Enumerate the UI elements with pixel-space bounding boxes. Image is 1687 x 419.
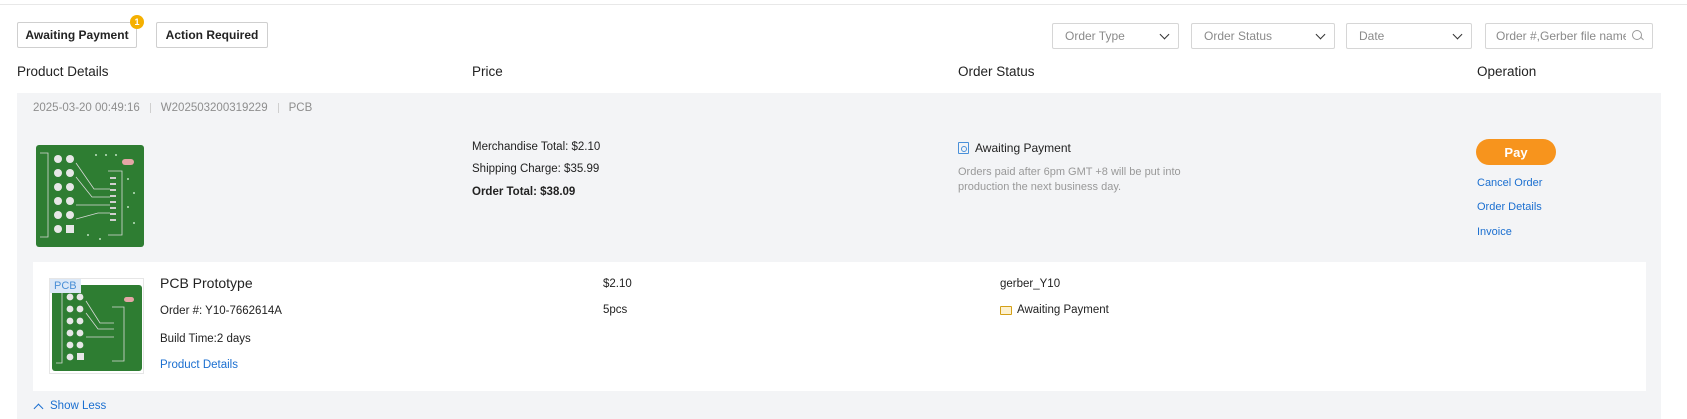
order-datetime: 2025-03-20 00:49:16 <box>33 102 140 114</box>
chevron-up-icon <box>33 403 44 413</box>
chevron-down-icon <box>1315 29 1326 39</box>
chevron-down-icon <box>1159 29 1170 39</box>
search-box <box>1485 23 1653 49</box>
order-total: Order Total: $38.09 <box>472 186 576 198</box>
meta-divider <box>149 103 151 113</box>
cancel-order-link[interactable]: Cancel Order <box>1477 177 1542 189</box>
item-title: PCB Prototype <box>160 275 253 291</box>
tab-action-required[interactable]: Action Required <box>156 22 268 48</box>
awaiting-count-badge: 1 <box>130 15 144 29</box>
order-status-select-value: Order Status <box>1204 29 1273 43</box>
pcb-board-image[interactable] <box>36 145 144 247</box>
item-order-number: Order #: Y10-7662614A <box>160 305 282 317</box>
order-item-row: PCB PCB Prototype Order #: Y10-7662614A … <box>33 262 1646 391</box>
top-divider <box>0 4 1687 5</box>
item-build-time: Build Time:2 days <box>160 333 251 345</box>
gerber-file-name: gerber_Y10 <box>1000 278 1061 290</box>
wallet-icon <box>1000 305 1012 315</box>
tab-awaiting-payment-label: Awaiting Payment <box>25 28 129 42</box>
date-select-value: Date <box>1359 29 1385 43</box>
column-header-product-details: Product Details <box>17 64 109 79</box>
order-details-link[interactable]: Order Details <box>1477 201 1542 213</box>
order-card: 2025-03-20 00:49:16 W202503200319229 PCB <box>17 93 1661 419</box>
date-select[interactable]: Date <box>1346 23 1472 49</box>
order-number: W202503200319229 <box>160 102 268 114</box>
order-status: Awaiting Payment <box>958 141 1071 155</box>
product-details-link[interactable]: Product Details <box>160 359 238 371</box>
item-status-label: Awaiting Payment <box>1017 304 1109 316</box>
chevron-down-icon <box>1452 29 1463 39</box>
search-icon[interactable] <box>1632 30 1644 42</box>
payment-clock-icon <box>958 142 969 154</box>
tab-action-required-label: Action Required <box>165 28 259 42</box>
production-note: Orders paid after 6pm GMT +8 will be put… <box>958 166 1181 193</box>
column-header-operation: Operation <box>1477 64 1537 79</box>
order-type-select[interactable]: Order Type <box>1052 23 1179 49</box>
order-category: PCB <box>288 102 313 114</box>
order-type-select-value: Order Type <box>1065 29 1125 43</box>
item-thumbnail[interactable]: PCB <box>49 278 144 374</box>
show-less-toggle[interactable]: Show Less <box>33 400 107 413</box>
item-status: Awaiting Payment <box>1000 304 1109 316</box>
show-less-label: Show Less <box>50 400 107 412</box>
column-header-order-status: Order Status <box>958 64 1035 79</box>
order-status-label: Awaiting Payment <box>975 141 1071 155</box>
item-price: $2.10 <box>603 278 632 290</box>
search-input[interactable] <box>1496 29 1626 43</box>
pay-button[interactable]: Pay <box>1476 139 1556 165</box>
tab-awaiting-payment[interactable]: Awaiting Payment <box>17 22 137 48</box>
meta-divider <box>277 103 279 113</box>
pcb-board-image <box>52 285 142 371</box>
invoice-link[interactable]: Invoice <box>1477 226 1512 238</box>
merchandise-total: Merchandise Total: $2.10 <box>472 141 601 153</box>
order-status-select[interactable]: Order Status <box>1191 23 1335 49</box>
item-quantity: 5pcs <box>603 304 628 316</box>
shipping-charge: Shipping Charge: $35.99 <box>472 163 600 175</box>
order-meta: 2025-03-20 00:49:16 W202503200319229 PCB <box>33 102 312 114</box>
column-header-price: Price <box>472 64 503 79</box>
pcb-tag: PCB <box>50 279 81 293</box>
